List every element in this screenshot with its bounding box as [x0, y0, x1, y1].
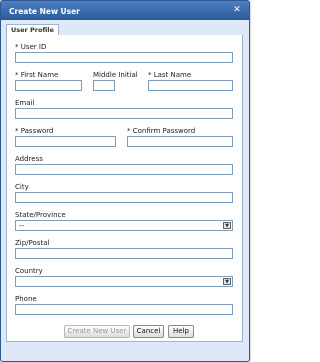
dropdown-arrow-icon[interactable]: ▼ — [223, 222, 231, 229]
help-button[interactable]: Help — [168, 325, 194, 338]
password-label: * Password — [15, 127, 54, 135]
middle-initial-label: Middle Initial — [93, 71, 138, 79]
email-label: Email — [15, 99, 35, 107]
phone-label: Phone — [15, 295, 37, 303]
middle-initial-input[interactable] — [93, 80, 115, 91]
user-id-label: * User ID — [15, 43, 47, 51]
address-input[interactable] — [15, 164, 233, 175]
dialog-footer: Create New User Cancel Help — [1, 325, 249, 361]
last-name-label: * Last Name — [148, 71, 192, 79]
create-user-button[interactable]: Create New User — [64, 325, 130, 338]
first-name-label: * First Name — [15, 71, 59, 79]
user-id-input[interactable] — [15, 52, 233, 63]
create-user-dialog: Create New User ✕ User Profile * User ID… — [0, 0, 250, 362]
address-label: Address — [15, 155, 43, 163]
state-select[interactable]: -- ▼ — [15, 220, 233, 231]
first-name-input[interactable] — [15, 80, 82, 91]
country-label: Country — [15, 267, 43, 275]
close-icon[interactable]: ✕ — [232, 5, 242, 15]
city-input[interactable] — [15, 192, 233, 203]
last-name-input[interactable] — [148, 80, 233, 91]
tab-user-profile[interactable]: User Profile — [6, 24, 59, 35]
city-label: City — [15, 183, 29, 191]
password-input[interactable] — [15, 136, 116, 147]
zip-input[interactable] — [15, 248, 233, 259]
confirm-password-label: * Confirm Password — [127, 127, 196, 135]
dialog-title: Create New User — [9, 7, 80, 16]
cancel-button[interactable]: Cancel — [133, 325, 164, 338]
email-input[interactable] — [15, 108, 233, 119]
user-profile-panel: * User ID * First Name Middle Initial * … — [6, 35, 243, 342]
confirm-password-input[interactable] — [127, 136, 233, 147]
phone-input[interactable] — [15, 304, 233, 315]
dialog-titlebar[interactable]: Create New User ✕ — [1, 1, 249, 20]
dropdown-arrow-icon[interactable]: ▼ — [223, 278, 231, 285]
country-select[interactable]: ▼ — [15, 276, 233, 287]
state-label: State/Province — [15, 211, 66, 219]
zip-label: Zip/Postal — [15, 239, 50, 247]
state-selected-value: -- — [19, 222, 25, 230]
